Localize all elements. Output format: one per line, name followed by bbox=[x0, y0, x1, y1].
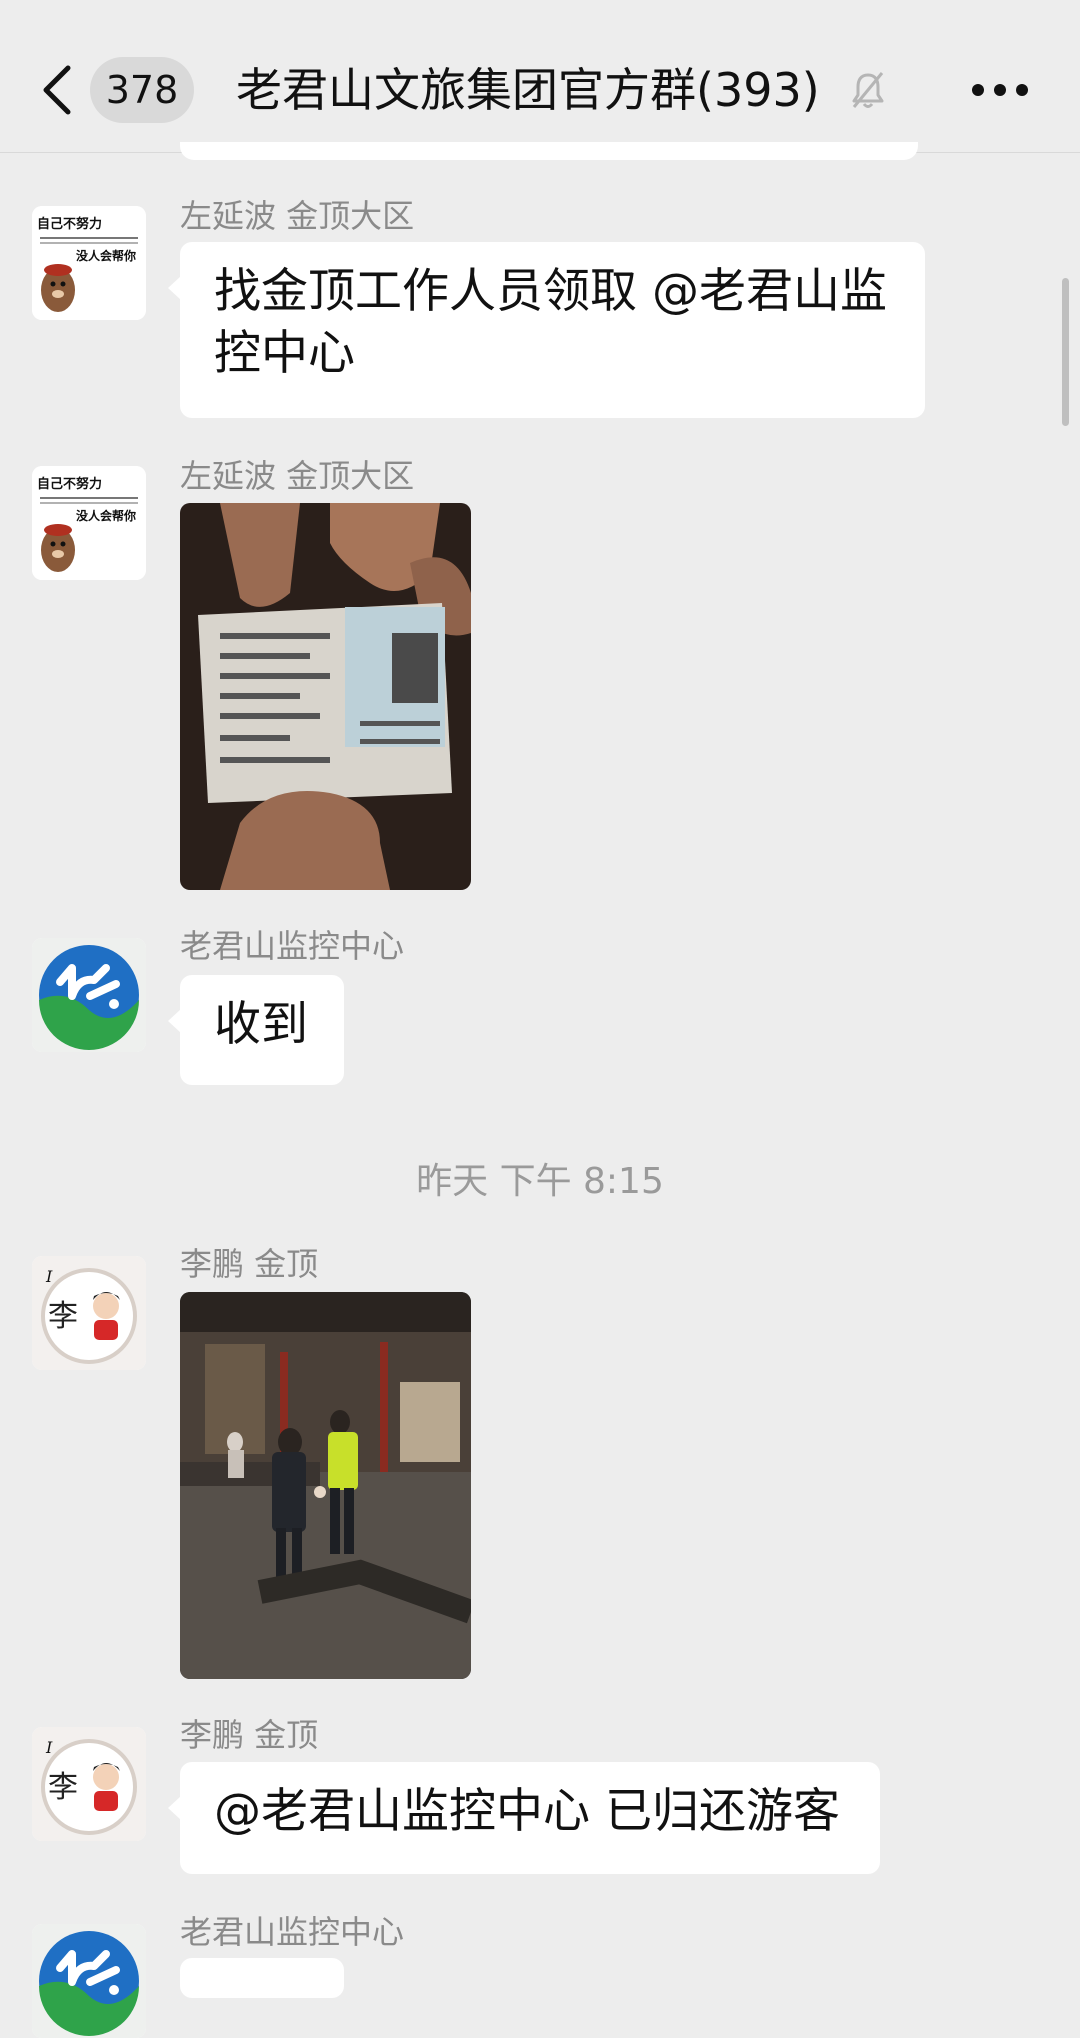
id-card-image bbox=[180, 503, 471, 890]
svg-text:李: 李 bbox=[48, 1299, 78, 1334]
avatar-cartoon-li[interactable]: 李 I bbox=[32, 1256, 146, 1370]
sender-name: 左延波 金顶大区 bbox=[180, 457, 415, 495]
time-divider: 昨天 下午 8:15 bbox=[416, 1161, 664, 1202]
svg-text:自己不努力: 自己不努力 bbox=[37, 476, 102, 492]
avatar-monitoring-center[interactable] bbox=[32, 938, 146, 1052]
id-card-photo[interactable] bbox=[180, 503, 471, 890]
bear-meme-icon: 自己不努力 没人会帮你 bbox=[32, 206, 146, 320]
sender-name: 左延波 金顶大区 bbox=[180, 197, 415, 235]
svg-text:I: I bbox=[45, 1738, 53, 1757]
scrollbar[interactable] bbox=[1062, 278, 1069, 426]
back-chevron-icon[interactable] bbox=[40, 64, 76, 116]
night-plaza-photo[interactable] bbox=[180, 1292, 471, 1679]
svg-text:没人会帮你: 没人会帮你 bbox=[76, 248, 136, 263]
dot-icon bbox=[994, 84, 1006, 96]
avatar-bear-meme[interactable]: 自己不努力 没人会帮你 bbox=[32, 206, 146, 320]
cartoon-li-avatar-icon: 李 I bbox=[32, 1727, 146, 1841]
group-title[interactable]: 老君山文旅集团官方群(393) bbox=[236, 56, 846, 124]
dot-icon bbox=[972, 84, 984, 96]
sender-name: 老君山监控中心 bbox=[180, 927, 405, 965]
unread-count-badge[interactable]: 378 bbox=[90, 57, 194, 123]
message-bubble[interactable]: @老君山监控中心 已归还游客 bbox=[168, 1762, 880, 1874]
message-bubble[interactable] bbox=[180, 1958, 344, 1998]
svg-text:自己不努力: 自己不努力 bbox=[37, 216, 102, 232]
sender-name: 李鹏 金顶 bbox=[180, 1716, 319, 1754]
avatar-cartoon-li[interactable]: 李 I bbox=[32, 1727, 146, 1841]
bear-meme-icon: 自己不努力 没人会帮你 bbox=[32, 466, 146, 580]
monitoring-center-logo-icon bbox=[32, 938, 146, 1052]
cartoon-li-avatar-icon: 李 I bbox=[32, 1256, 146, 1370]
avatar-bear-meme[interactable]: 自己不努力 没人会帮你 bbox=[32, 466, 146, 580]
sender-name: 李鹏 金顶 bbox=[180, 1245, 319, 1283]
sender-name: 老君山监控中心 bbox=[180, 1913, 405, 1951]
message-bubble[interactable]: 收到 bbox=[168, 975, 344, 1085]
dot-icon bbox=[1016, 84, 1028, 96]
svg-text:李: 李 bbox=[48, 1770, 78, 1805]
night-plaza-image bbox=[180, 1292, 471, 1679]
mute-bell-icon bbox=[852, 72, 884, 108]
svg-text:I: I bbox=[45, 1267, 53, 1286]
more-options-button[interactable] bbox=[972, 72, 1032, 108]
monitoring-center-logo-icon bbox=[32, 1924, 146, 2038]
message-bubble[interactable]: 找金顶工作人员领取 @老君山监控中心 bbox=[168, 242, 925, 418]
svg-text:没人会帮你: 没人会帮你 bbox=[76, 508, 136, 523]
previous-message-bubble[interactable] bbox=[180, 142, 918, 160]
avatar-monitoring-center[interactable] bbox=[32, 1924, 146, 2038]
chat-header: 378 老君山文旅集团官方群(393) bbox=[0, 0, 1080, 153]
